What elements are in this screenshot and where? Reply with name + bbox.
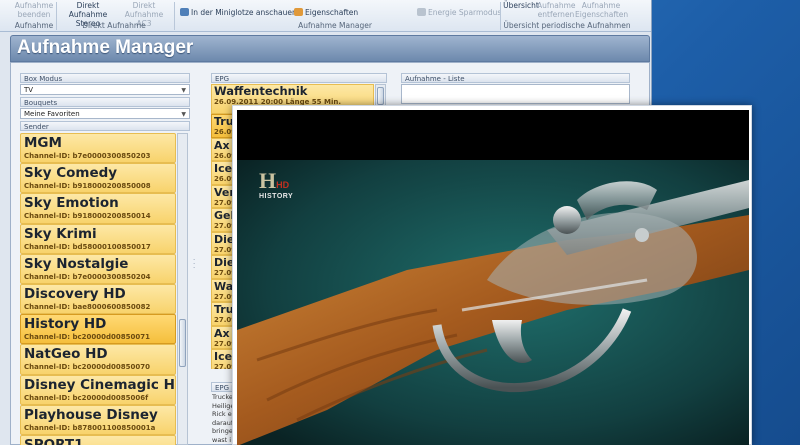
aufnahme-entfernen-button[interactable]: Aufnahme entfernen bbox=[537, 1, 576, 19]
channel-name: NatGeo HD bbox=[24, 346, 108, 363]
channel-id: Channel-ID: b918000200850008 bbox=[24, 182, 151, 191]
channel-name: MGM bbox=[24, 135, 62, 151]
sender-label: Sender bbox=[20, 121, 190, 131]
channel-id: Channel-ID: bc20000d00850070 bbox=[24, 363, 151, 372]
channel-name: History HD bbox=[24, 316, 107, 333]
channel-id: Channel-ID: bc20000d00850071 bbox=[24, 333, 151, 342]
energie-sparmodus-button[interactable]: Energie Sparmodus bbox=[417, 8, 501, 17]
mini-tv-window[interactable]: HHD HISTORY bbox=[232, 105, 752, 445]
bouquets-select[interactable]: Meine Favoriten ▼ bbox=[20, 108, 190, 119]
channel-item[interactable]: MGM Channel-ID: b7e0000300850203 bbox=[20, 133, 176, 164]
channel-list: MGM Channel-ID: b7e0000300850203 Sky Comed… bbox=[20, 133, 176, 445]
group-label-uebersicht-periodisch: Übersicht periodische Aufnahmen bbox=[503, 21, 631, 30]
scrollbar-thumb[interactable] bbox=[179, 319, 186, 367]
channel-id: Channel-ID: b7e0000300850204 bbox=[24, 272, 151, 281]
channel-item[interactable]: Discovery HD Channel-ID: bae8000600850082 bbox=[20, 283, 176, 315]
channel-name: Discovery HD bbox=[24, 285, 126, 302]
channel-item[interactable]: NatGeo HD Channel-ID: bc20000d00850070 bbox=[20, 344, 176, 375]
channel-id: Channel-ID: bd58000100850017 bbox=[24, 242, 151, 251]
channel-name: SPORT1 bbox=[24, 436, 84, 445]
group-label-direkt-aufnahme: Direkt Aufnahme bbox=[82, 21, 146, 30]
history-hd-logo: HHD HISTORY bbox=[259, 168, 294, 201]
box-modus-label: Box Modus bbox=[20, 73, 190, 83]
channel-name: Sky Krimi bbox=[24, 225, 97, 242]
aufnahme-liste-label: Aufnahme - Liste bbox=[401, 73, 630, 83]
energy-icon bbox=[417, 8, 426, 16]
page-title: Aufnahme Manager bbox=[17, 37, 194, 58]
properties-icon bbox=[294, 8, 303, 16]
channel-list-scrollbar[interactable] bbox=[177, 133, 188, 445]
tv-icon bbox=[180, 8, 189, 16]
scrollbar-thumb[interactable] bbox=[377, 87, 384, 105]
channel-item[interactable]: SPORT1 bbox=[20, 434, 176, 445]
channel-id: Channel-ID: b878001100850001a bbox=[24, 423, 156, 432]
channel-name: Sky Nostalgie bbox=[24, 255, 129, 272]
bouquets-label: Bouquets bbox=[20, 97, 190, 107]
group-label-aufnahme-manager: Aufnahme Manager bbox=[298, 21, 372, 30]
channel-item[interactable]: Disney Cinemagic HD Channel-ID: bc20000d0… bbox=[20, 374, 176, 405]
manager-title-bar: Aufnahme Manager bbox=[10, 35, 650, 62]
group-label-aufnahme: Aufnahme bbox=[14, 21, 54, 30]
channel-name: Disney Cinemagic HD bbox=[24, 376, 176, 393]
video-player[interactable]: HHD HISTORY bbox=[237, 110, 749, 445]
chevron-down-icon: ▼ bbox=[181, 87, 186, 94]
aufnahme-liste-box[interactable] bbox=[401, 84, 630, 104]
eigenschaften-button[interactable]: Eigenschaften bbox=[294, 8, 364, 17]
chevron-down-icon: ▼ bbox=[181, 111, 186, 118]
channel-id: Channel-ID: bae8000600850082 bbox=[24, 302, 151, 311]
channel-item[interactable]: Sky Comedy Channel-ID: b918000200850008 bbox=[20, 163, 176, 194]
channel-id: Channel-ID: bc20000d0085006f bbox=[24, 393, 149, 402]
aufnahme-beenden-button[interactable]: Aufnahme beenden bbox=[14, 1, 54, 19]
epg-label: EPG bbox=[211, 73, 387, 83]
miniglotze-button[interactable]: In der Miniglotze anschauen bbox=[180, 8, 297, 17]
channel-item[interactable]: Playhouse Disney Channel-ID: b87800110085… bbox=[20, 404, 176, 435]
channel-item[interactable]: Sky Nostalgie Channel-ID: b7e000030085020… bbox=[20, 253, 176, 284]
splitter-grip[interactable]: · · · bbox=[193, 257, 197, 272]
ribbon-toolbar: Aufnahme beenden Direkt Aufnahme Stereo Di… bbox=[0, 0, 651, 32]
channel-name: Sky Comedy bbox=[24, 165, 118, 182]
video-frame bbox=[237, 160, 749, 445]
channel-item[interactable]: History HD Channel-ID: bc20000d00850071 bbox=[20, 314, 176, 345]
aufnahme-eigenschaften-button[interactable]: Aufnahme Eigenschaften bbox=[575, 1, 628, 19]
channel-name: Sky Emotion bbox=[24, 195, 119, 212]
channel-id: Channel-ID: b918000200850014 bbox=[24, 212, 151, 221]
uebersicht-button[interactable]: Übersicht bbox=[503, 1, 539, 10]
channel-item[interactable]: Sky Emotion Channel-ID: b918000200850014 bbox=[20, 193, 176, 224]
box-modus-select[interactable]: TV ▼ bbox=[20, 84, 190, 95]
channel-id: Channel-ID: b7e0000300850203 bbox=[24, 152, 151, 160]
channel-name: Playhouse Disney bbox=[24, 406, 158, 423]
epg-item-title: Waffentechnik bbox=[214, 84, 308, 98]
channel-item[interactable]: Sky Krimi Channel-ID: bd58000100850017 bbox=[20, 223, 176, 254]
